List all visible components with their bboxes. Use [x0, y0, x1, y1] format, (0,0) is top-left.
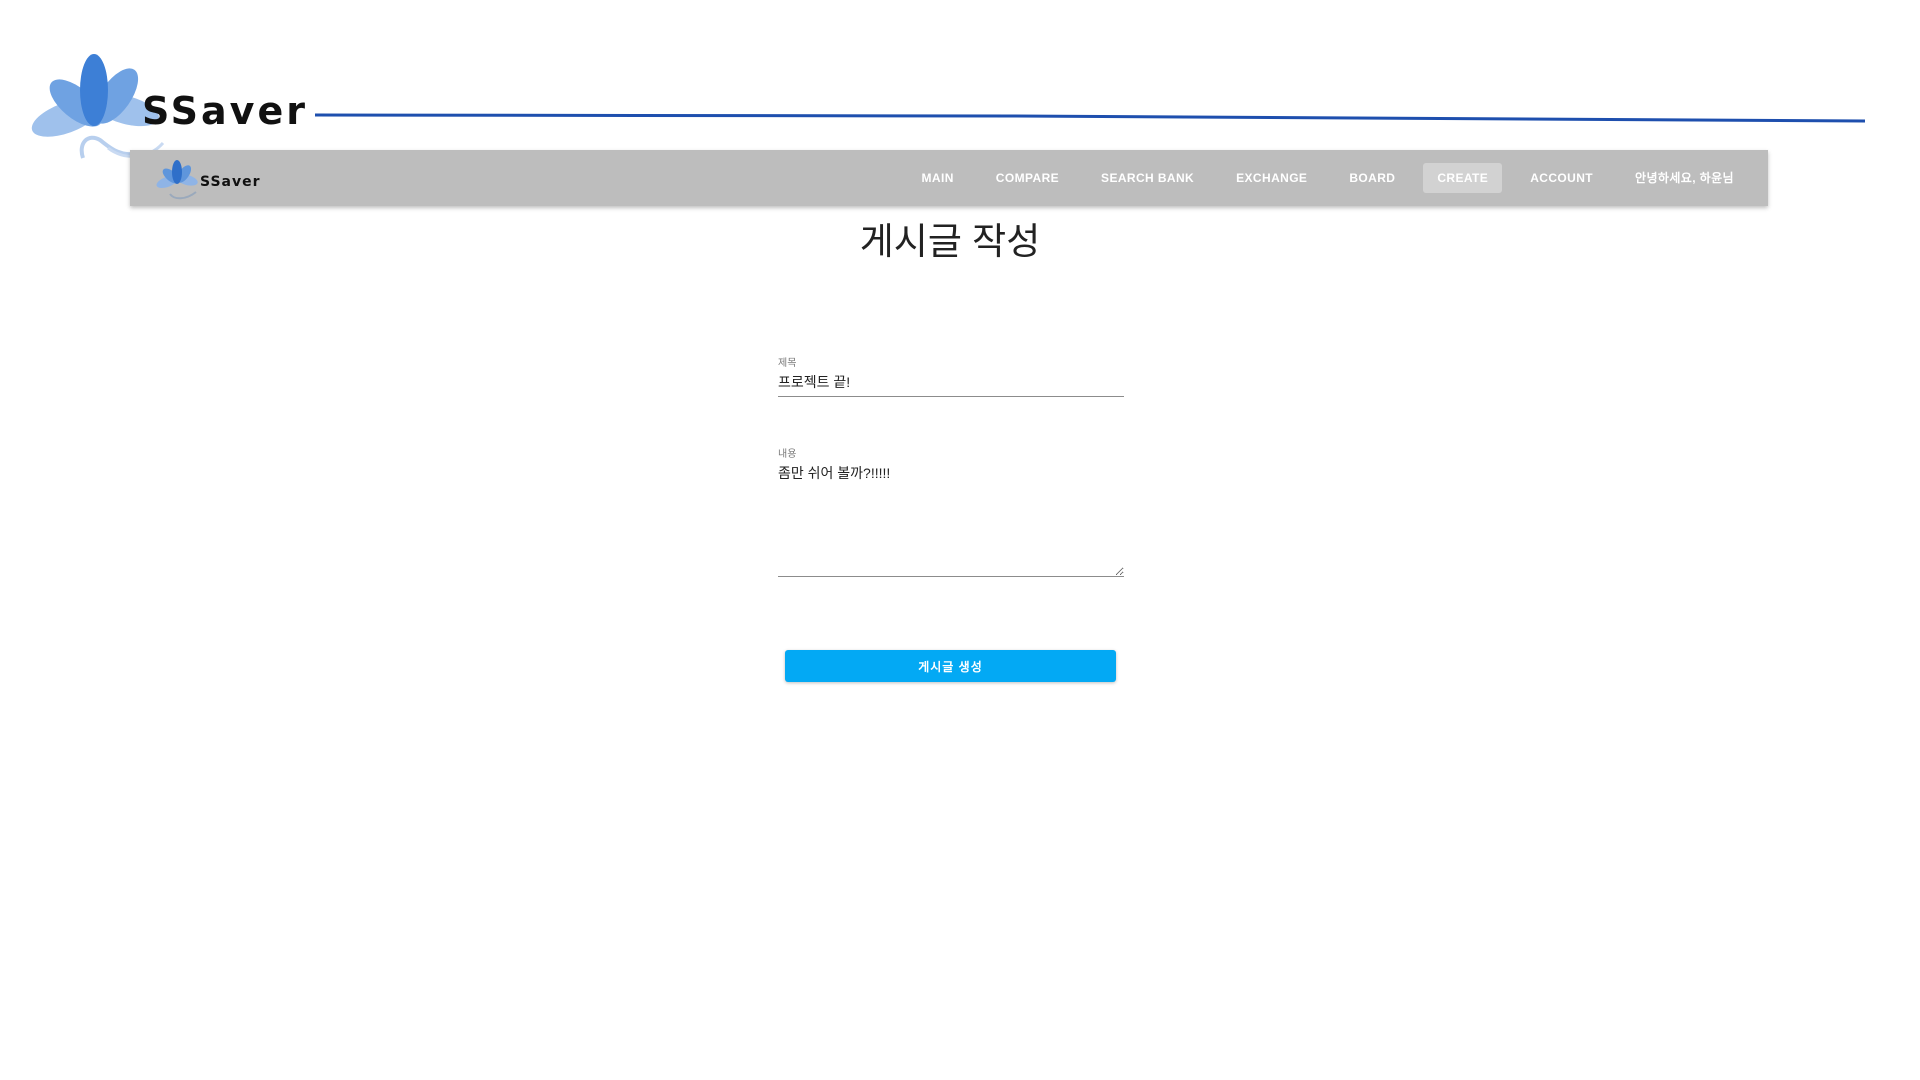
nav-item-compare[interactable]: COMPARE	[982, 163, 1073, 193]
nav-item-main[interactable]: MAIN	[908, 163, 968, 193]
post-create-form: 제목 내용 좀만 쉬어 볼까?!!!!!	[778, 358, 1124, 577]
page-title: 게시글 작성	[859, 221, 1041, 262]
nav-item-user-greeting[interactable]: 안녕하세요, 하윤님	[1621, 163, 1748, 193]
navbar-menu: MAIN COMPARE SEARCH BANK EXCHANGE BOARD …	[894, 160, 1748, 196]
navbar-lotus-logo-icon[interactable]	[156, 158, 200, 200]
content-field-label: 내용	[778, 449, 797, 460]
nav-item-account[interactable]: ACCOUNT	[1516, 163, 1607, 193]
content-field-group: 내용 좀만 쉬어 볼까?!!!!!	[778, 449, 1124, 577]
slide-canvas: SSaver SSaver MAIN COMPARE SEARCH BANK E…	[0, 0, 1920, 1080]
big-brand-name: SSaver	[142, 89, 308, 133]
nav-item-create[interactable]: CREATE	[1423, 163, 1503, 193]
header-divider-line	[315, 113, 1865, 123]
nav-item-board[interactable]: BOARD	[1335, 163, 1409, 193]
create-post-button[interactable]: 게시글 생성	[785, 650, 1116, 682]
top-navbar: SSaver MAIN COMPARE SEARCH BANK EXCHANGE…	[130, 150, 1768, 206]
nav-item-exchange[interactable]: EXCHANGE	[1222, 163, 1321, 193]
title-field-group: 제목	[778, 358, 1124, 397]
nav-item-search-bank[interactable]: SEARCH BANK	[1087, 163, 1208, 193]
title-field-label: 제목	[778, 358, 797, 369]
content-textarea[interactable]: 좀만 쉬어 볼까?!!!!!	[778, 461, 1124, 577]
navbar-brand-name[interactable]: SSaver	[200, 174, 261, 190]
title-input[interactable]	[778, 370, 1124, 397]
